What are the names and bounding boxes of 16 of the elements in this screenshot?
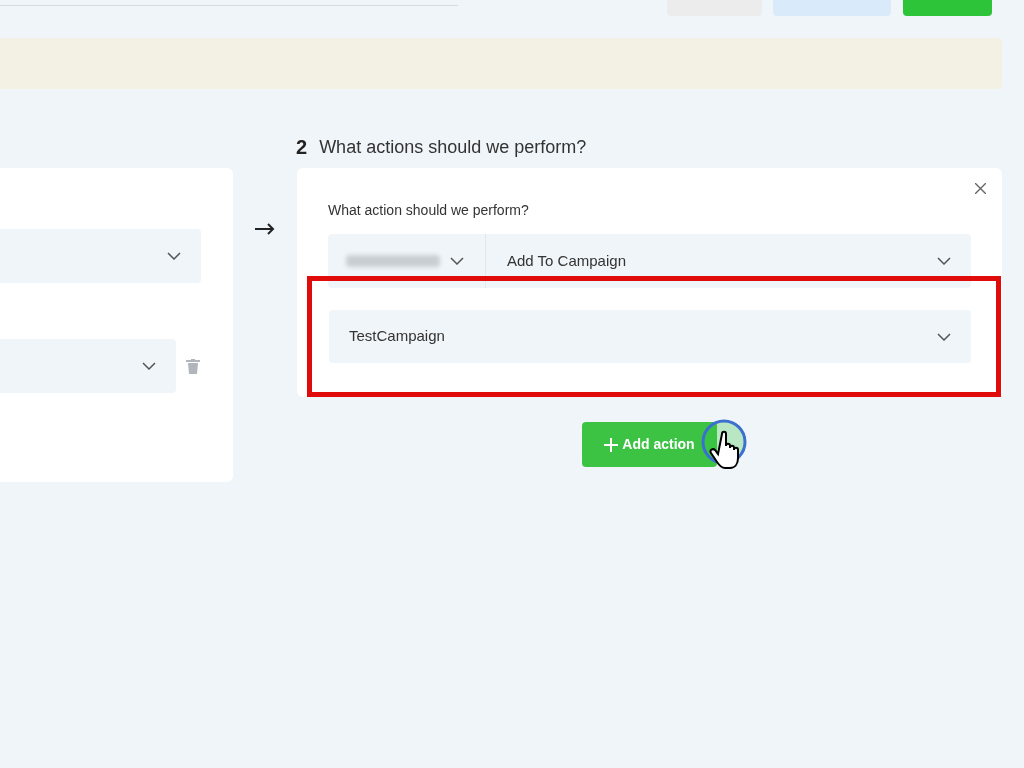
trigger-select[interactable] bbox=[0, 229, 201, 283]
campaign-select[interactable]: TestCampaign bbox=[329, 310, 971, 363]
chevron-down-icon bbox=[142, 362, 156, 370]
chevron-down-icon bbox=[937, 257, 951, 265]
save-button[interactable] bbox=[903, 0, 992, 16]
trash-icon[interactable] bbox=[186, 358, 200, 374]
condition-select[interactable] bbox=[0, 339, 176, 393]
step-title: What actions should we perform? bbox=[319, 135, 587, 159]
chevron-down-icon bbox=[167, 252, 181, 260]
close-icon[interactable] bbox=[975, 183, 986, 194]
chevron-down-icon bbox=[450, 257, 464, 265]
plus-icon bbox=[604, 437, 619, 452]
action-label: What action should we perform? bbox=[328, 201, 530, 220]
right-arrow-icon bbox=[255, 223, 275, 235]
chevron-down-icon bbox=[937, 332, 951, 341]
step-number: 2 bbox=[296, 135, 308, 160]
